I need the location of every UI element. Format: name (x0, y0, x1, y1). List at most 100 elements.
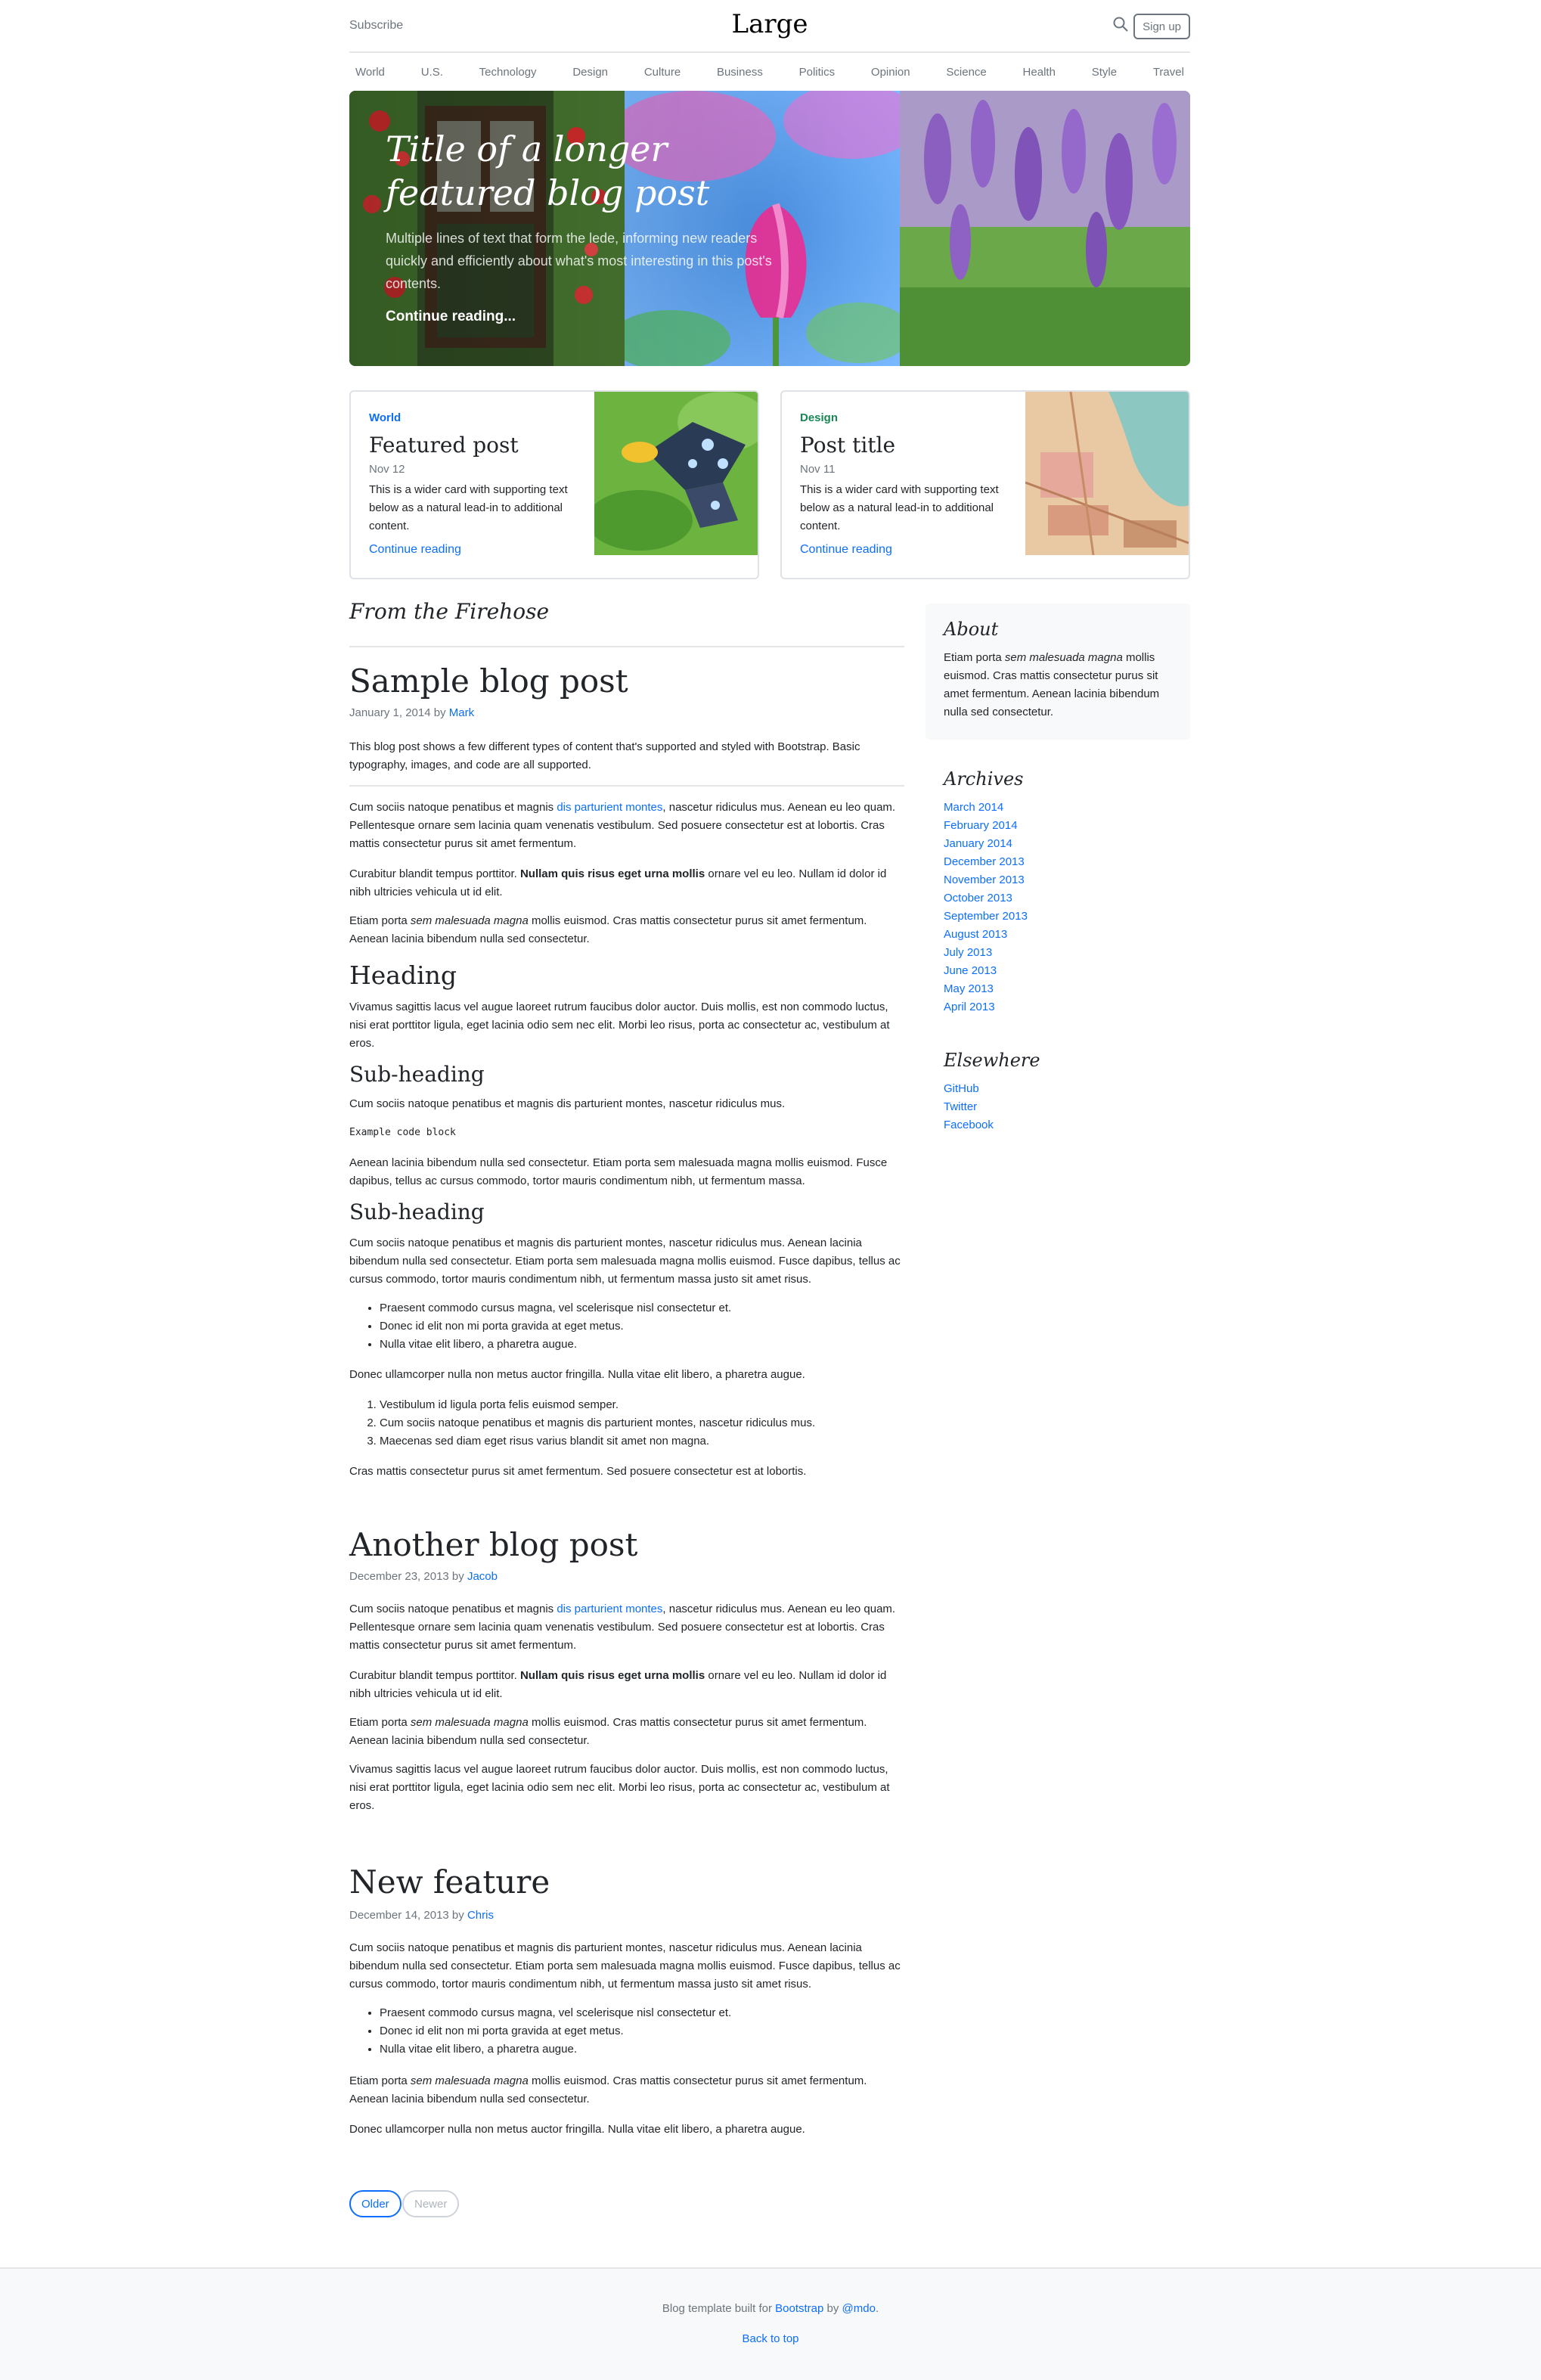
card-category: Design (800, 411, 839, 424)
post-title[interactable]: New feature (349, 1863, 550, 1901)
archive-link[interactable]: January 2014 (944, 835, 1028, 853)
sign-up-button[interactable]: Sign up (1133, 14, 1190, 39)
nav-politics[interactable]: Politics (793, 66, 842, 79)
butterfly-image (594, 392, 758, 555)
paragraph: Vivamus sagittis lacus vel augue laoreet… (349, 1763, 890, 1812)
paragraph-text: Etiam porta (349, 914, 411, 927)
list-item: Donec id elit non mi porta gravida at eg… (380, 2022, 935, 2040)
paragraph: Cras mattis consectetur purus sit amet f… (349, 1465, 807, 1478)
post-intro: This blog post shows a few different typ… (349, 740, 860, 771)
paragraph: Cum sociis natoque penatibus et magnis d… (349, 799, 904, 853)
nav-culture[interactable]: Culture (638, 66, 687, 79)
nav-technology[interactable]: Technology (473, 66, 543, 79)
list-item: Nulla vitae elit libero, a pharetra augu… (380, 2040, 935, 2059)
paragraph: Donec ullamcorper nulla non metus auctor… (349, 1368, 805, 1381)
older-button[interactable]: Older (349, 2190, 402, 2217)
archive-link[interactable]: October 2013 (944, 889, 1028, 908)
post-author-link[interactable]: Jacob (467, 1570, 498, 1583)
paragraph: Vivamus sagittis lacus vel augue laoreet… (349, 1001, 890, 1050)
paragraph: Etiam porta sem malesuada magna mollis e… (349, 2072, 904, 2108)
post-divider (349, 785, 904, 787)
card-continue-link[interactable]: Continue reading (800, 543, 892, 557)
archives-title: Archives (944, 768, 1024, 790)
post-title[interactable]: Sample blog post (349, 662, 628, 700)
emphasis-text: sem malesuada magna (410, 2074, 529, 2087)
about-title: About (944, 619, 999, 640)
card-category: World (369, 411, 402, 424)
nav-business[interactable]: Business (711, 66, 769, 79)
archive-link[interactable]: June 2013 (944, 962, 1028, 980)
archive-link[interactable]: December 2013 (944, 853, 1028, 871)
paragraph: Etiam porta sem malesuada magna mollis e… (349, 912, 904, 948)
archive-link[interactable]: May 2013 (944, 980, 1028, 998)
mdo-link[interactable]: @mdo (842, 2302, 876, 2315)
archive-link[interactable]: July 2013 (944, 944, 1028, 962)
section-title: From the Firehose (349, 599, 550, 624)
paragraph: Cum sociis natoque penatibus et magnis d… (349, 1600, 904, 1655)
paragraph: Curabitur blandit tempus porttitor. Null… (349, 1667, 904, 1703)
footer-credit: Blog template built for Bootstrap by @md… (0, 2302, 1541, 2315)
card-text: This is a wider card with supporting tex… (800, 483, 999, 532)
category-nav: World U.S. Technology Design Culture Bus… (349, 54, 1190, 89)
post-date: January 1, 2014 (349, 706, 431, 719)
elsewhere-list: GitHub Twitter Facebook (944, 1080, 994, 1134)
card-continue-link[interactable]: Continue reading (369, 543, 461, 557)
hero-title: Title of a longer featured blog post (386, 129, 710, 213)
list-item: Praesent commodo cursus magna, vel scele… (380, 1299, 935, 1317)
nav-world[interactable]: World (349, 66, 391, 79)
post-heading: Heading (349, 960, 457, 990)
nav-health[interactable]: Health (1017, 66, 1062, 79)
archive-link[interactable]: November 2013 (944, 871, 1028, 889)
archive-link[interactable]: April 2013 (944, 998, 1028, 1016)
archive-link[interactable]: March 2014 (944, 799, 1028, 817)
list-item: Nulla vitae elit libero, a pharetra augu… (380, 1336, 935, 1354)
hero-continue-link[interactable]: Continue reading... (386, 309, 516, 325)
paragraph-text: Curabitur blandit tempus porttitor. (349, 1669, 520, 1682)
post-title[interactable]: Another blog post (349, 1526, 637, 1563)
post-by: by (451, 1570, 464, 1583)
post-meta: December 23, 2013 by Jacob (349, 1570, 498, 1583)
nav-opinion[interactable]: Opinion (865, 66, 916, 79)
nav-science[interactable]: Science (940, 66, 992, 79)
paragraph-text: Cum sociis natoque penatibus et magnis (349, 1603, 557, 1615)
emphasis-text: sem malesuada magna (410, 1716, 529, 1729)
code-block: Example code block (349, 1127, 456, 1138)
back-to-top-link[interactable]: Back to top (0, 2332, 1541, 2345)
post-author-link[interactable]: Mark (449, 706, 474, 719)
bullet-list: Praesent commodo cursus magna, vel scele… (349, 2004, 935, 2059)
site-footer: Blog template built for Bootstrap by @md… (0, 2267, 1541, 2380)
inline-link[interactable]: dis parturient montes (557, 801, 662, 814)
bootstrap-link[interactable]: Bootstrap (775, 2302, 823, 2315)
footer-text: Blog template built for (662, 2302, 776, 2315)
nav-style[interactable]: Style (1086, 66, 1123, 79)
paragraph-text: Etiam porta (349, 1716, 411, 1729)
site-header: Subscribe Large Sign up (349, 0, 1190, 53)
inline-link[interactable]: dis parturient montes (557, 1603, 662, 1615)
list-item: Maecenas sed diam eget risus varius blan… (380, 1432, 935, 1451)
brand-logo[interactable]: Large (349, 9, 1190, 39)
post-date: December 23, 2013 (349, 1570, 449, 1583)
nav-travel[interactable]: Travel (1147, 66, 1190, 79)
post-date: December 14, 2013 (349, 1909, 449, 1922)
card-title: Post title (800, 433, 896, 458)
twitter-link[interactable]: Twitter (944, 1098, 994, 1116)
post-author-link[interactable]: Chris (467, 1909, 494, 1922)
newer-button[interactable]: Newer (402, 2190, 460, 2217)
about-text: Etiam porta sem malesuada magna mollis e… (944, 649, 1174, 721)
nav-us[interactable]: U.S. (415, 66, 449, 79)
post-by: by (433, 706, 446, 719)
list-item: Cum sociis natoque penatibus et magnis d… (380, 1414, 935, 1432)
search-icon[interactable] (1112, 15, 1130, 33)
archive-link[interactable]: August 2013 (944, 926, 1028, 944)
archive-link[interactable]: September 2013 (944, 908, 1028, 926)
paragraph: Aenean lacinia bibendum nulla sed consec… (349, 1156, 888, 1187)
archive-link[interactable]: February 2014 (944, 817, 1028, 835)
card-text: This is a wider card with supporting tex… (369, 483, 568, 532)
about-text-part: Etiam porta (944, 651, 1005, 664)
nav-design[interactable]: Design (566, 66, 614, 79)
github-link[interactable]: GitHub (944, 1080, 994, 1098)
about-emphasis: sem malesuada magna (1004, 651, 1123, 664)
numbered-list: Vestibulum id ligula porta felis euismod… (349, 1396, 935, 1451)
footer-text: . (875, 2302, 879, 2315)
facebook-link[interactable]: Facebook (944, 1116, 994, 1134)
